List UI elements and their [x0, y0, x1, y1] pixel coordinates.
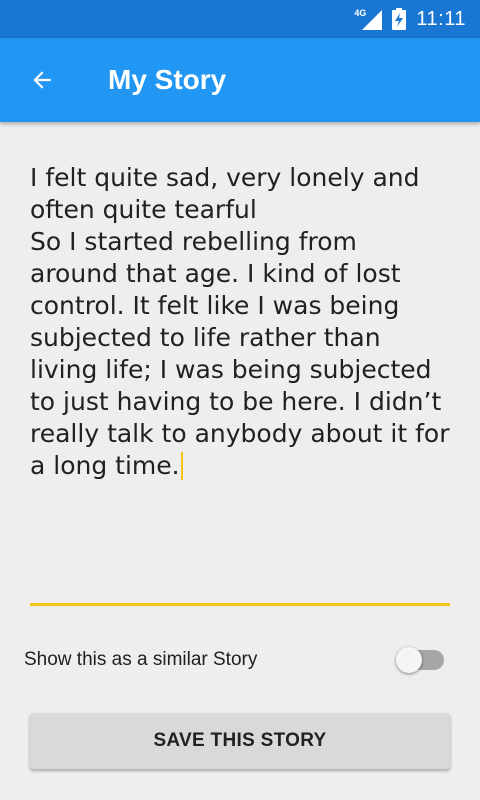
story-text-field[interactable]: I felt quite sad, very lonely and often …	[30, 162, 450, 606]
page-title: My Story	[108, 64, 227, 95]
story-text: I felt quite sad, very lonely and often …	[30, 163, 450, 480]
similar-story-toggle[interactable]	[392, 640, 448, 680]
status-bar: 4G 11:11	[0, 0, 480, 38]
save-story-button[interactable]: SAVE THIS STORY	[30, 713, 450, 769]
toggle-thumb	[396, 647, 422, 673]
battery-charging-icon	[392, 8, 407, 30]
signal-icon: 4G	[354, 8, 383, 30]
arrow-back-icon	[33, 71, 51, 89]
back-button[interactable]	[0, 38, 84, 122]
text-cursor	[180, 452, 183, 480]
similar-story-label: Show this as a similar Story	[24, 649, 258, 670]
status-clock: 11:11	[416, 7, 466, 30]
similar-story-row: Show this as a similar Story	[24, 640, 448, 680]
app-bar: My Story	[0, 38, 480, 122]
